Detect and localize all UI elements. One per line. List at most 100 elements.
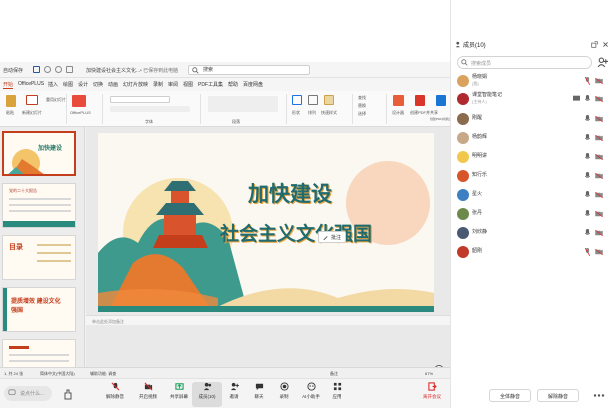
tab-insert[interactable]: 插入 [48,81,58,88]
tab-design[interactable]: 设计 [78,81,88,88]
slide-thumbnail[interactable] [2,339,76,367]
tab-record[interactable]: 录制 [153,81,163,88]
camera-off-icon[interactable] [595,154,603,160]
tab-officeplus[interactable]: OfficePLUS [18,81,44,87]
start-video-button[interactable]: 开启视频 [133,382,163,407]
slide-thumbnail[interactable]: 加快建设 [2,131,76,176]
accessibility-status[interactable]: 辅助功能: 调查 [90,371,116,377]
notes-toggle[interactable]: 备注 [330,371,338,377]
outlook-share-icon[interactable] [436,95,446,106]
create-pdf-icon[interactable] [415,95,425,106]
autosave-label[interactable]: 自动保存 [3,67,23,74]
chat-quick-input[interactable]: 说点什么... [4,386,52,401]
tab-draw[interactable]: 绘图 [63,81,73,88]
ppt-search-box[interactable]: 搜索 [188,65,310,75]
mic-muted-icon[interactable] [585,248,590,256]
redo-icon[interactable] [55,66,62,73]
member-row[interactable]: 杨晓娟 (我) [451,72,614,90]
member-row[interactable]: 杨韵辉 [451,129,614,147]
select-button[interactable]: 选择 [358,111,366,117]
ribbon-divider [66,94,67,124]
camera-off-icon[interactable] [595,192,603,198]
paragraph-buttons[interactable] [208,96,278,112]
current-slide[interactable]: 加快建设 社会主义文化强国 [98,133,434,312]
start-slideshow-icon[interactable] [66,66,73,73]
unmute-all-button[interactable]: 解除静音 [537,389,579,402]
camera-off-icon[interactable] [595,211,603,217]
tab-review[interactable]: 审阅 [168,81,178,88]
zoom-level[interactable]: 67% [425,371,433,376]
member-row[interactable]: 知行乐 [451,167,614,185]
member-row[interactable]: 星火 [451,186,614,204]
camera-off-icon[interactable] [595,135,603,141]
slide-thumbnail[interactable]: 目录 [2,235,76,280]
member-row[interactable]: 韶刚 [451,243,614,261]
apps-button[interactable]: 应用 [322,382,352,407]
mic-icon[interactable] [585,210,590,218]
share-screen-button[interactable]: 共享屏幕 [164,382,194,407]
mic-icon[interactable] [585,134,590,142]
mic-muted-icon[interactable] [585,77,590,85]
camera-off-icon[interactable] [595,116,603,122]
mute-all-button[interactable]: 全体静音 [489,389,531,402]
member-row[interactable]: 明明讲 [451,148,614,166]
slide-thumbnail[interactable]: 党的二十大报告 [2,183,76,228]
saved-status: • 已保存到此电脑 [140,68,179,74]
camera-off-icon[interactable] [595,230,603,236]
member-name: 课堂智能笔记 [472,92,503,98]
new-slide-label: 新建幻灯片 [22,110,42,115]
mic-icon[interactable] [585,95,590,103]
mic-icon[interactable] [585,153,590,161]
add-member-icon[interactable] [597,57,608,68]
mic-icon[interactable] [585,115,590,123]
tab-animations[interactable]: 动画 [108,81,118,88]
reuse-slides-label[interactable]: 重用幻灯片 [46,97,66,103]
member-search-input[interactable]: 搜索成员 [457,56,592,69]
slide-subtitle[interactable]: 社会主义文化强国 [220,219,372,246]
new-slide-icon[interactable] [26,95,38,105]
tab-slideshow[interactable]: 幻灯片放映 [123,81,148,88]
leave-meeting-button[interactable]: 离开会议 [417,382,447,407]
mic-icon[interactable] [585,229,590,237]
designer-icon[interactable] [393,95,404,106]
camera-off-icon[interactable] [595,78,603,84]
replace-button[interactable]: 替换 [358,103,366,109]
mic-icon[interactable] [585,191,590,199]
camera-off-icon[interactable] [595,173,603,179]
tab-baidu-netdisk[interactable]: 百度网盘 [243,81,263,88]
font-name-box[interactable] [110,96,170,103]
officeplus-icon[interactable] [72,95,86,107]
members-button[interactable]: 成员(10) [192,382,222,407]
tab-transitions[interactable]: 切换 [93,81,103,88]
more-icon[interactable] [593,393,605,398]
tab-view[interactable]: 视图 [183,81,193,88]
font-format-buttons[interactable] [110,106,190,112]
tab-home[interactable]: 开始 [3,81,14,89]
camera-off-icon[interactable] [595,249,603,255]
popout-icon[interactable] [591,41,598,48]
quick-styles-icon[interactable] [324,95,334,105]
raise-hand-icon[interactable] [62,387,74,400]
paste-icon[interactable] [6,95,16,107]
unmute-button[interactable]: 解除静音 [100,382,130,407]
tab-pdf-tools[interactable]: PDF工具集 [198,81,223,88]
notes-pane[interactable]: 单击此处添加备注 [86,315,450,325]
arrange-icon[interactable] [308,95,318,105]
member-row[interactable]: 刚醒 [451,110,614,128]
find-button[interactable]: 查找 [358,95,366,101]
share-screen-icon [174,383,184,390]
record-button[interactable]: 录制 [269,382,299,407]
close-icon[interactable] [602,41,609,48]
camera-off-icon[interactable] [595,96,603,102]
member-row[interactable]: 刘欣静 [451,224,614,242]
member-row[interactable]: 张丹 [451,205,614,223]
mic-icon[interactable] [585,172,590,180]
save-icon[interactable] [33,66,40,73]
slide-thumbnail[interactable]: 提质增效 建设文化强国 [2,287,76,332]
undo-icon[interactable] [44,66,51,73]
annotate-button[interactable]: 批注 [318,231,347,243]
slide-title[interactable]: 加快建设 [248,178,332,208]
shapes-icon[interactable] [292,95,302,105]
tab-help[interactable]: 帮助 [228,81,238,88]
member-row[interactable]: 课堂智能笔记 (主持人) [451,90,614,108]
